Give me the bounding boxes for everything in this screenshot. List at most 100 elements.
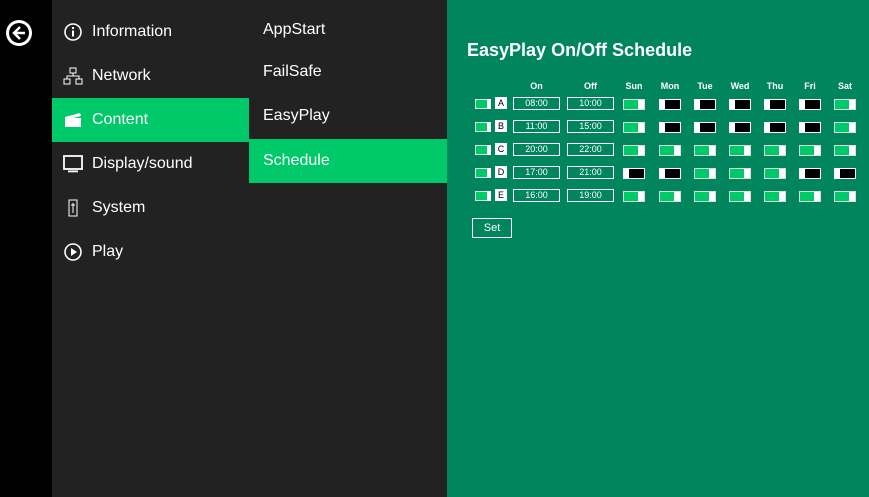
header-off: Off — [584, 81, 597, 91]
header-wed: Wed — [730, 81, 750, 91]
monitor-icon — [62, 153, 84, 175]
sub-menu: AppStart FailSafe EasyPlay Schedule — [249, 0, 447, 497]
day-toggle-sat[interactable] — [834, 191, 856, 202]
row-label: B — [495, 120, 507, 132]
day-toggle-sat[interactable] — [834, 122, 856, 133]
day-toggle-sun[interactable] — [623, 191, 645, 202]
day-toggle-fri[interactable] — [799, 122, 821, 133]
day-toggle-fri[interactable] — [799, 99, 821, 110]
day-toggle-tue[interactable] — [694, 168, 716, 179]
day-toggle-thu[interactable] — [764, 99, 786, 110]
on-time-field[interactable]: 08:00 — [513, 97, 560, 110]
day-toggle-sun[interactable] — [623, 145, 645, 156]
off-time-field[interactable]: 22:00 — [567, 143, 614, 156]
day-toggle-sun[interactable] — [623, 99, 645, 110]
day-toggle-mon[interactable] — [659, 168, 681, 179]
header-mon: Mon — [660, 81, 680, 91]
submenu-item-easyplay[interactable]: EasyPlay — [249, 94, 447, 138]
day-toggle-sat[interactable] — [834, 145, 856, 156]
off-time-field[interactable]: 21:00 — [567, 166, 614, 179]
sidebar-item-label: Play — [92, 243, 124, 260]
day-toggle-tue[interactable] — [694, 99, 716, 110]
day-toggle-tue[interactable] — [694, 122, 716, 133]
off-time-field[interactable]: 19:00 — [567, 189, 614, 202]
header-on: On — [530, 81, 543, 91]
day-toggle-fri[interactable] — [799, 191, 821, 202]
sidebar-item-label: Information — [92, 23, 173, 40]
schedule-row-a: A 08:00 10:00 — [447, 95, 869, 111]
row-enable-toggle[interactable] — [475, 99, 491, 109]
play-icon — [62, 241, 84, 263]
day-toggle-wed[interactable] — [729, 168, 751, 179]
row-label: D — [495, 166, 507, 178]
submenu-item-label: EasyPlay — [263, 107, 330, 124]
header-thu: Thu — [766, 81, 784, 91]
day-toggle-sat[interactable] — [834, 168, 856, 179]
day-toggle-wed[interactable] — [729, 191, 751, 202]
header-sun: Sun — [625, 81, 643, 91]
submenu-item-appstart[interactable]: AppStart — [249, 8, 447, 52]
row-label: E — [495, 189, 507, 201]
sidebar-item-label: Network — [92, 67, 151, 84]
row-enable-toggle[interactable] — [475, 122, 491, 132]
system-icon — [62, 197, 84, 219]
day-toggle-wed[interactable] — [729, 145, 751, 156]
day-toggle-mon[interactable] — [659, 145, 681, 156]
day-toggle-fri[interactable] — [799, 168, 821, 179]
day-toggle-sat[interactable] — [834, 99, 856, 110]
sidebar-item-display-sound[interactable]: Display/sound — [52, 142, 249, 186]
off-time-field[interactable]: 10:00 — [567, 97, 614, 110]
on-time-field[interactable]: 20:00 — [513, 143, 560, 156]
day-toggle-tue[interactable] — [694, 191, 716, 202]
sidebar-item-label: Content — [92, 111, 149, 128]
row-enable-toggle[interactable] — [475, 168, 491, 178]
day-toggle-mon[interactable] — [659, 99, 681, 110]
header-tue: Tue — [697, 81, 713, 91]
day-toggle-sun[interactable] — [623, 122, 645, 133]
sidebar-item-system[interactable]: System — [52, 186, 249, 230]
row-enable-toggle[interactable] — [475, 191, 491, 201]
main-menu: Information Network Content Display/soun… — [52, 0, 249, 497]
day-toggle-tue[interactable] — [694, 145, 716, 156]
page-title: EasyPlay On/Off Schedule — [467, 40, 693, 60]
row-label: C — [495, 143, 507, 155]
on-time-field[interactable]: 17:00 — [513, 166, 560, 179]
day-toggle-mon[interactable] — [659, 122, 681, 133]
day-toggle-thu[interactable] — [764, 168, 786, 179]
header-fri: Fri — [804, 81, 816, 91]
day-toggle-thu[interactable] — [764, 191, 786, 202]
set-button[interactable]: Set — [472, 218, 512, 238]
schedule-row-b: B 11:00 15:00 — [447, 118, 869, 134]
submenu-item-label: Schedule — [263, 152, 330, 169]
day-toggle-mon[interactable] — [659, 191, 681, 202]
day-toggle-fri[interactable] — [799, 145, 821, 156]
sidebar-item-label: Display/sound — [92, 155, 193, 172]
back-arrow-icon — [9, 23, 29, 43]
clapperboard-icon — [62, 109, 84, 131]
on-time-field[interactable]: 16:00 — [513, 189, 560, 202]
day-toggle-thu[interactable] — [764, 122, 786, 133]
back-column — [0, 0, 52, 497]
day-toggle-wed[interactable] — [729, 122, 751, 133]
sidebar-item-information[interactable]: Information — [52, 10, 249, 54]
submenu-item-failsafe[interactable]: FailSafe — [249, 50, 447, 94]
network-icon — [62, 65, 84, 87]
day-toggle-sun[interactable] — [623, 168, 645, 179]
sidebar-item-play[interactable]: Play — [52, 230, 249, 274]
submenu-item-label: FailSafe — [263, 63, 322, 80]
sidebar-item-label: System — [92, 199, 146, 216]
sidebar-item-network[interactable]: Network — [52, 54, 249, 98]
day-toggle-wed[interactable] — [729, 99, 751, 110]
header-sat: Sat — [837, 81, 852, 91]
off-time-field[interactable]: 15:00 — [567, 120, 614, 133]
back-button[interactable] — [6, 20, 32, 46]
day-toggle-thu[interactable] — [764, 145, 786, 156]
schedule-row-e: E 16:00 19:00 — [447, 187, 869, 203]
sidebar-item-content[interactable]: Content — [52, 98, 249, 142]
schedule-panel: EasyPlay On/Off Schedule On Off Sun Mon … — [447, 0, 869, 497]
row-enable-toggle[interactable] — [475, 145, 491, 155]
on-time-field[interactable]: 11:00 — [513, 120, 560, 133]
submenu-item-schedule[interactable]: Schedule — [249, 139, 447, 183]
schedule-row-c: C 20:00 22:00 — [447, 141, 869, 157]
row-label: A — [495, 97, 507, 109]
